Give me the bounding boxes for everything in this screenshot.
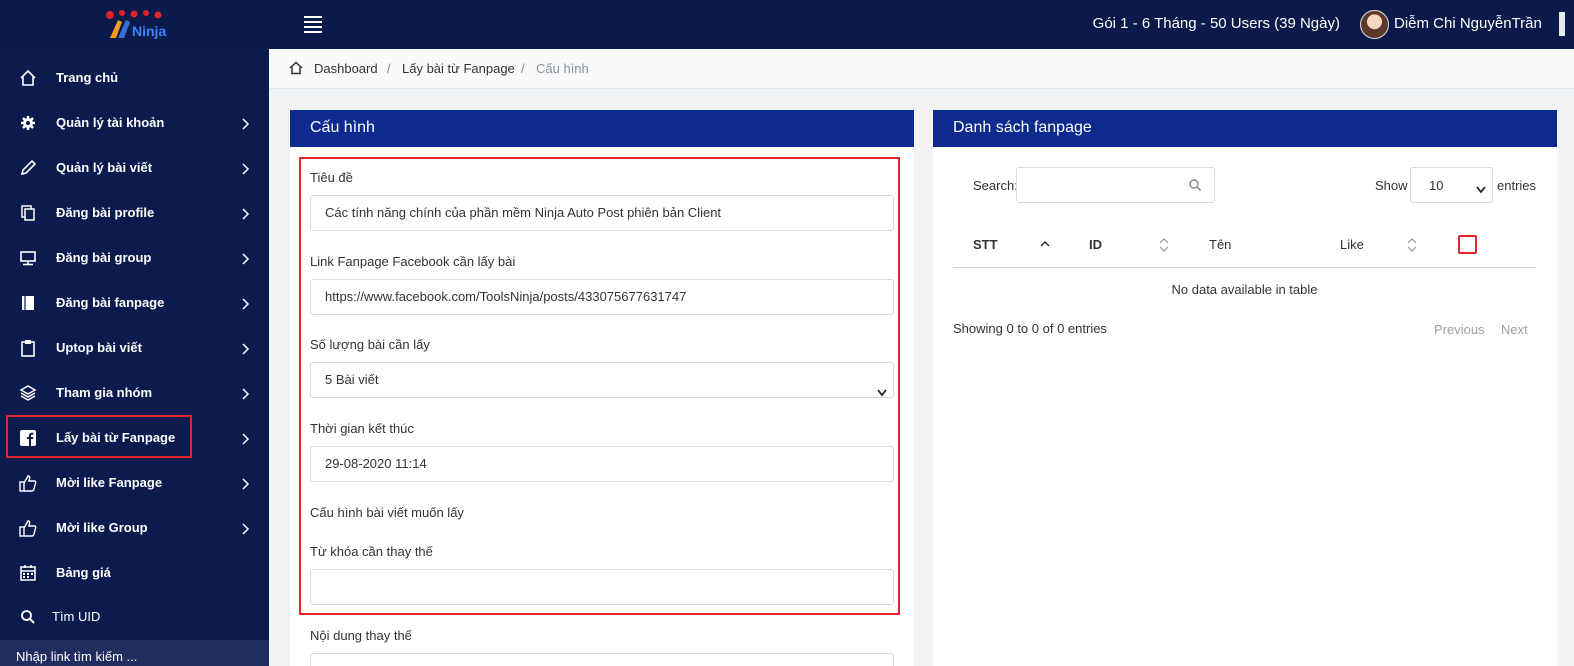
thumbs-up-icon bbox=[19, 519, 37, 537]
column-header-name[interactable]: Tên bbox=[1209, 237, 1231, 252]
sidebar-item-label: Mời like Group bbox=[56, 520, 148, 535]
sidebar-item-label: Bảng giá bbox=[56, 565, 111, 580]
chevron-right-icon bbox=[240, 522, 250, 535]
chevron-right-icon bbox=[240, 297, 250, 310]
entries-value: 10 bbox=[1429, 178, 1444, 193]
thumbs-up-icon bbox=[19, 474, 37, 492]
pencil-icon bbox=[19, 159, 37, 177]
sidebar-item-label: Tìm UID bbox=[52, 609, 101, 624]
clipboard-icon bbox=[19, 339, 37, 357]
chevron-right-icon bbox=[240, 477, 250, 490]
sidebar-item-post-group[interactable]: Đăng bài group bbox=[0, 236, 269, 280]
chevron-right-icon bbox=[240, 387, 250, 400]
sidebar-item-label: Đăng bài group bbox=[56, 250, 152, 265]
username[interactable]: Diễm Chi NguyễnTrần bbox=[1394, 15, 1542, 32]
sort-icon[interactable] bbox=[1159, 238, 1169, 252]
table-info: Showing 0 to 0 of 0 entries bbox=[953, 321, 1107, 336]
column-header-id[interactable]: ID bbox=[1089, 237, 1102, 252]
chevron-right-icon bbox=[240, 252, 250, 265]
entries-label: entries bbox=[1497, 178, 1537, 193]
breadcrumb-fanpage[interactable]: Lấy bài từ Fanpage bbox=[402, 61, 515, 76]
sidebar-item-invite-like-group[interactable]: Mời like Group bbox=[0, 506, 269, 550]
column-header-stt[interactable]: STT bbox=[973, 237, 998, 252]
show-label: Show bbox=[1375, 178, 1408, 193]
panel-title: Cấu hình bbox=[290, 110, 914, 147]
calendar-icon bbox=[19, 564, 37, 582]
gear-icon bbox=[19, 114, 37, 132]
sidebar-item-label: Mời like Fanpage bbox=[56, 475, 163, 490]
sidebar-search bbox=[0, 640, 269, 666]
sidebar-item-label: Quản lý tài khoản bbox=[56, 115, 165, 130]
search-icon bbox=[19, 608, 37, 626]
sidebar-item-label: Tham gia nhóm bbox=[56, 385, 153, 400]
sidebar-item-posts[interactable]: Quản lý bài viết bbox=[0, 146, 269, 190]
monitor-icon bbox=[19, 249, 37, 267]
sort-asc-icon[interactable] bbox=[1040, 238, 1050, 252]
sidebar-item-label: Uptop bài viết bbox=[56, 340, 142, 355]
chevron-right-icon bbox=[240, 342, 250, 355]
highlight-box-nav bbox=[6, 415, 192, 458]
user-menu-scroll-icon[interactable] bbox=[1556, 12, 1568, 36]
sort-icon[interactable] bbox=[1407, 238, 1417, 252]
sidebar-item-find-uid[interactable]: Tìm UID bbox=[0, 595, 269, 639]
chevron-right-icon bbox=[240, 162, 250, 175]
sidebar-item-invite-like-fanpage[interactable]: Mời like Fanpage bbox=[0, 461, 269, 505]
chevron-down-icon bbox=[1476, 182, 1486, 194]
replace-content-label: Nội dung thay thế bbox=[310, 628, 412, 643]
column-header-like[interactable]: Like bbox=[1340, 237, 1364, 252]
home-icon bbox=[19, 69, 37, 87]
breadcrumb-separator: / bbox=[387, 61, 391, 76]
breadcrumb-separator: / bbox=[521, 61, 525, 76]
breadcrumb: Dashboard / Lấy bài từ Fanpage / Cấu hìn… bbox=[269, 49, 1574, 89]
select-all-checkbox[interactable] bbox=[1458, 235, 1477, 254]
entries-select[interactable]: 10 bbox=[1410, 167, 1493, 203]
panel-title: Danh sách fanpage bbox=[933, 110, 1557, 147]
ninja-logo[interactable]: Ninja bbox=[96, 8, 176, 42]
table-search-input[interactable] bbox=[1017, 168, 1177, 202]
table-search-box bbox=[1016, 167, 1215, 203]
chevron-right-icon bbox=[240, 207, 250, 220]
empty-table-message: No data available in table bbox=[1171, 282, 1318, 297]
plan-info: Gói 1 - 6 Tháng - 50 Users (39 Ngày) bbox=[1092, 15, 1340, 32]
top-bar: Ninja Gói 1 - 6 Tháng - 50 Users (39 Ngà… bbox=[0, 0, 1574, 49]
sidebar-item-home[interactable]: Trang chủ bbox=[0, 56, 269, 100]
sidebar: Trang chủ Quản lý tài khoản Quản lý bài … bbox=[0, 49, 269, 666]
breadcrumb-dashboard[interactable]: Dashboard bbox=[314, 61, 378, 76]
copy-icon bbox=[19, 204, 37, 222]
search-label: Search: bbox=[973, 178, 1018, 193]
link-search-input[interactable] bbox=[0, 640, 269, 666]
next-page-button[interactable]: Next bbox=[1501, 322, 1528, 337]
sidebar-item-post-profile[interactable]: Đăng bài profile bbox=[0, 191, 269, 235]
previous-page-button[interactable]: Previous bbox=[1434, 322, 1485, 337]
table-divider bbox=[953, 267, 1536, 268]
sidebar-item-post-fanpage[interactable]: Đăng bài fanpage bbox=[0, 281, 269, 325]
layers-icon bbox=[19, 384, 37, 402]
sidebar-item-uptop[interactable]: Uptop bài viết bbox=[0, 326, 269, 370]
highlight-box-form bbox=[299, 157, 900, 615]
chevron-right-icon bbox=[240, 432, 250, 445]
avatar[interactable] bbox=[1360, 10, 1389, 39]
sidebar-item-pricing[interactable]: Bảng giá bbox=[0, 551, 269, 595]
sidebar-item-label: Trang chủ bbox=[56, 70, 119, 85]
book-icon bbox=[19, 294, 37, 312]
svg-text:Ninja: Ninja bbox=[132, 23, 166, 39]
search-icon bbox=[1188, 178, 1202, 192]
sidebar-item-label: Đăng bài fanpage bbox=[56, 295, 165, 310]
sidebar-item-join-group[interactable]: Tham gia nhóm bbox=[0, 371, 269, 415]
chevron-right-icon bbox=[240, 117, 250, 130]
home-icon[interactable] bbox=[289, 61, 303, 75]
sidebar-item-label: Quản lý bài viết bbox=[56, 160, 153, 175]
sidebar-item-account[interactable]: Quản lý tài khoản bbox=[0, 101, 269, 145]
breadcrumb-current: Cấu hình bbox=[536, 61, 589, 76]
sidebar-item-label: Đăng bài profile bbox=[56, 205, 155, 220]
menu-toggle-icon[interactable] bbox=[304, 16, 322, 33]
replace-content-input[interactable] bbox=[310, 653, 894, 666]
